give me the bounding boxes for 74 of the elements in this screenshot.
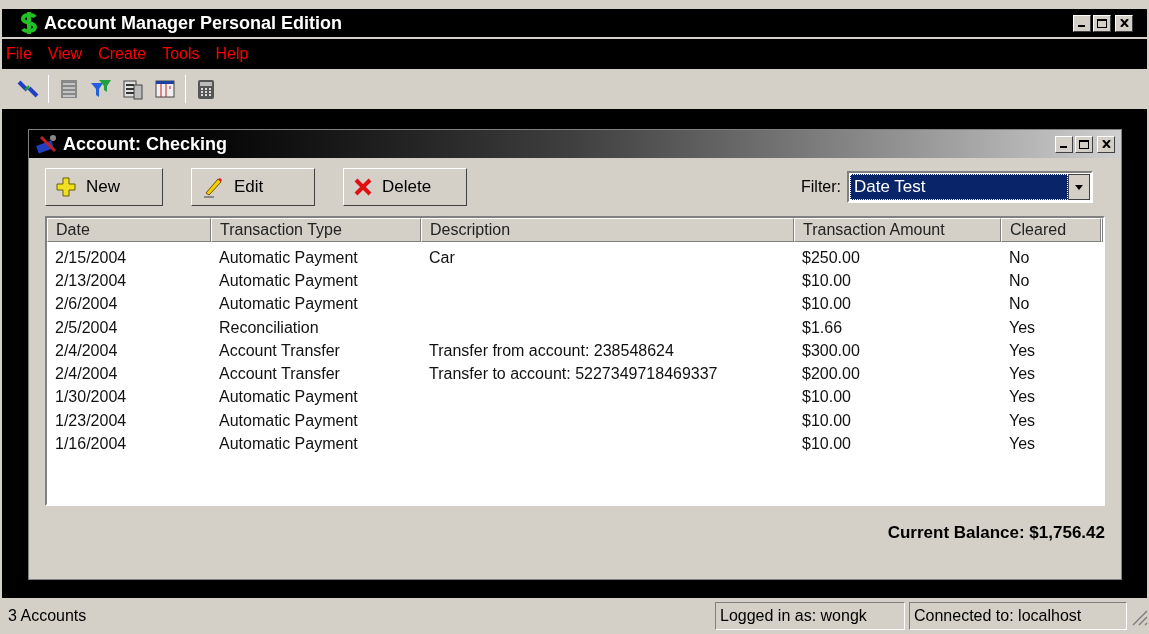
table-cell-text: Reconciliation bbox=[219, 317, 319, 338]
table-cell-text: Automatic Payment bbox=[219, 247, 358, 268]
column-header[interactable]: Cleared bbox=[1001, 218, 1101, 242]
menu-item[interactable]: Create bbox=[98, 42, 147, 66]
close-icon bbox=[1119, 19, 1129, 27]
table-cell-text: $10.00 bbox=[802, 387, 851, 408]
table-cell-text: 2/13/2004 bbox=[55, 270, 127, 291]
table-cell-text: Automatic Payment bbox=[219, 410, 358, 431]
status-accounts: 3 Accounts bbox=[8, 606, 88, 626]
table-cell-text: $1.66 bbox=[802, 317, 843, 338]
maximize-button[interactable] bbox=[1093, 14, 1111, 32]
table-cell-text: Automatic Payment bbox=[219, 294, 358, 315]
table-cell-text: Transfer to account: 5227349718469337 bbox=[429, 364, 718, 385]
filter-label: Filter: bbox=[801, 177, 841, 197]
menu-item[interactable]: View bbox=[47, 42, 83, 66]
new-button[interactable]: New bbox=[45, 168, 163, 206]
close-icon bbox=[1101, 140, 1111, 148]
menu-item[interactable]: Help bbox=[215, 42, 249, 66]
table-cell-text: Yes bbox=[1009, 340, 1036, 361]
table-cell-text: Automatic Payment bbox=[219, 270, 358, 291]
table-cell-text: Yes bbox=[1009, 387, 1036, 408]
table-cell-text: No bbox=[1009, 294, 1030, 315]
maximize-button[interactable] bbox=[1075, 135, 1093, 153]
child-window-title: Account: Checking bbox=[63, 132, 228, 156]
table-cell-text: Yes bbox=[1009, 317, 1036, 338]
column-header[interactable]: Transaction Amount bbox=[794, 218, 1001, 242]
menu-item[interactable]: Tools bbox=[162, 42, 200, 66]
table-cell-text: Yes bbox=[1009, 434, 1036, 455]
table-cell-text: $250.00 bbox=[802, 247, 860, 268]
menu-item[interactable]: File bbox=[6, 42, 32, 66]
table-cell-text: $300.00 bbox=[802, 340, 860, 361]
table-cell-text: Car bbox=[429, 247, 455, 268]
table-cell-text: 2/5/2004 bbox=[55, 317, 118, 338]
calendar-icon[interactable] bbox=[153, 77, 177, 101]
delete-icon bbox=[354, 178, 372, 196]
table-cell-text: $200.00 bbox=[802, 364, 860, 385]
filter-dropdown[interactable]: Date Test bbox=[847, 171, 1093, 203]
table-cell-text: 2/4/2004 bbox=[55, 340, 118, 361]
minimize-button[interactable] bbox=[1073, 14, 1091, 32]
table-cell-text: Yes bbox=[1009, 410, 1036, 431]
table-cell-text: Automatic Payment bbox=[219, 434, 358, 455]
delete-button[interactable]: Delete bbox=[343, 168, 467, 206]
table-cell-text: $10.00 bbox=[802, 434, 851, 455]
table-cell-text: $10.00 bbox=[802, 294, 851, 315]
table-cell-text: 1/23/2004 bbox=[55, 410, 127, 431]
status-user: Logged in as: wongk bbox=[715, 602, 905, 630]
table-cell-text: Transfer from account: 238548624 bbox=[429, 340, 674, 361]
maximize-icon bbox=[1097, 18, 1107, 28]
current-balance: Current Balance: $1,756.42 bbox=[887, 522, 1105, 544]
table-cell-text: No bbox=[1009, 247, 1030, 268]
table-cell-text: 1/16/2004 bbox=[55, 434, 127, 455]
table-cell-text: 2/4/2004 bbox=[55, 364, 118, 385]
table-cell-text: Account Transfer bbox=[219, 364, 340, 385]
edit-button[interactable]: Edit bbox=[191, 168, 315, 206]
table-cell-text: $10.00 bbox=[802, 270, 851, 291]
table-cell-text: Automatic Payment bbox=[219, 387, 358, 408]
table-cell-text: $10.00 bbox=[802, 410, 851, 431]
table-cell-text: 1/30/2004 bbox=[55, 387, 127, 408]
close-button[interactable] bbox=[1097, 135, 1115, 153]
pencil-icon bbox=[202, 176, 224, 198]
table-cell-text: No bbox=[1009, 270, 1030, 291]
status-connection: Connected to: localhost bbox=[909, 602, 1127, 630]
close-button[interactable] bbox=[1115, 14, 1133, 32]
column-header[interactable]: Description bbox=[421, 218, 794, 242]
table-cell-text: Account Transfer bbox=[219, 340, 340, 361]
maximize-icon bbox=[1079, 139, 1089, 149]
table-cell-text: 2/15/2004 bbox=[55, 247, 127, 268]
table-cell-text: Yes bbox=[1009, 364, 1036, 385]
minimize-button[interactable] bbox=[1055, 135, 1073, 153]
column-header[interactable]: Date bbox=[47, 218, 211, 242]
window-title: Account Manager Personal Edition bbox=[44, 11, 344, 35]
plus-icon bbox=[56, 177, 76, 197]
table-cell-text: 2/6/2004 bbox=[55, 294, 118, 315]
column-header[interactable]: Transaction Type bbox=[211, 218, 421, 242]
